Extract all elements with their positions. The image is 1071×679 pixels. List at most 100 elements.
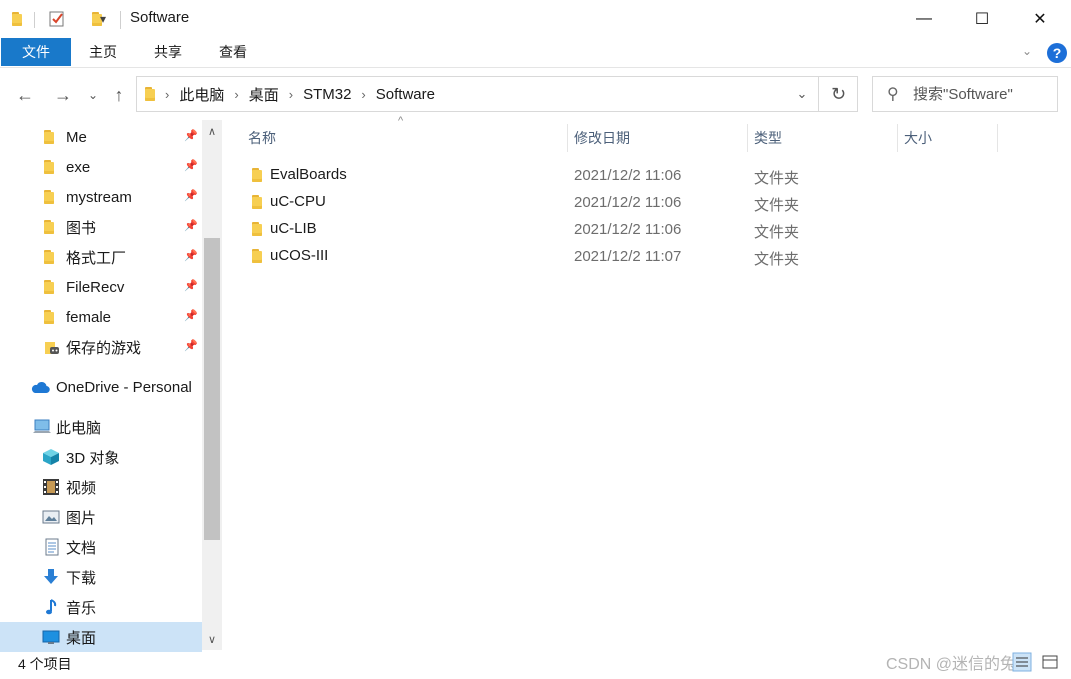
folder-icon xyxy=(44,310,54,324)
scroll-up-icon[interactable]: ∧ xyxy=(202,120,222,142)
sidebar-item-label: 音乐 xyxy=(66,599,97,617)
sidebar-item-label: female xyxy=(66,308,112,326)
minimize-button[interactable]: — xyxy=(895,0,953,38)
folder-icon xyxy=(44,190,54,204)
sidebar-item-onedrive[interactable]: OneDrive - Personal xyxy=(0,372,202,402)
pin-icon[interactable]: 📌 xyxy=(184,129,198,142)
sidebar-item-label: 保存的游戏 xyxy=(66,339,142,357)
sidebar-item-music[interactable]: 音乐 xyxy=(0,592,202,622)
window-title: Software xyxy=(130,9,190,26)
crumb-separator[interactable]: › xyxy=(234,87,238,102)
status-item-count: 4 个项目 xyxy=(18,656,72,672)
forward-button[interactable]: → xyxy=(50,82,76,108)
crumb-desktop[interactable]: 桌面 xyxy=(249,84,279,105)
table-row[interactable]: uC-CPU 2021/12/2 11:06 文件夹 xyxy=(242,189,1002,216)
sidebar-item-documents[interactable]: 文档 xyxy=(0,532,202,562)
sidebar-item-saved-games[interactable]: 保存的游戏 📌 xyxy=(0,332,202,362)
search-box[interactable]: ⚲ xyxy=(872,76,1058,112)
pin-icon[interactable]: 📌 xyxy=(184,279,198,292)
music-icon xyxy=(44,598,60,616)
pin-icon[interactable]: 📌 xyxy=(184,159,198,172)
table-row[interactable]: uC-LIB 2021/12/2 11:06 文件夹 xyxy=(242,216,1002,243)
sidebar-item-label: 格式工厂 xyxy=(66,249,127,267)
large-icons-view-icon[interactable] xyxy=(1040,652,1060,672)
onedrive-icon xyxy=(30,380,50,394)
pin-icon[interactable]: 📌 xyxy=(184,189,198,202)
tab-share[interactable]: 共享 xyxy=(145,38,191,66)
sidebar-item-label: Me xyxy=(66,128,87,146)
sidebar-item-books[interactable]: 图书 📌 xyxy=(0,212,202,242)
sidebar-item-pictures[interactable]: 图片 xyxy=(0,502,202,532)
sidebar-item-label: 文档 xyxy=(66,539,97,557)
folder-icon xyxy=(145,87,155,101)
sidebar-item-filerecv[interactable]: FileRecv 📌 xyxy=(0,272,202,302)
table-row[interactable]: uCOS-III 2021/12/2 11:07 文件夹 xyxy=(242,243,1002,270)
file-name: uC-CPU xyxy=(270,193,326,210)
sidebar-item-this-pc[interactable]: 此电脑 xyxy=(0,412,202,442)
file-name: EvalBoards xyxy=(270,166,347,183)
address-dropdown-icon[interactable]: ⌄ xyxy=(787,77,817,111)
crumb-separator[interactable]: › xyxy=(361,87,365,102)
quick-access-dropdown-icon[interactable]: ▾ xyxy=(100,10,106,28)
file-modified: 2021/12/2 11:06 xyxy=(574,194,682,211)
ribbon-tabs: 文件 主页 共享 查看 ⌄ ? xyxy=(0,38,1071,68)
crumb-software[interactable]: Software xyxy=(376,86,435,103)
sidebar-item-mystream[interactable]: mystream 📌 xyxy=(0,182,202,212)
file-name: uCOS-III xyxy=(270,247,329,264)
pictures-icon xyxy=(42,509,60,525)
search-input[interactable] xyxy=(913,77,1053,111)
sidebar-item-desktop[interactable]: 桌面 xyxy=(0,622,202,652)
maximize-button[interactable]: ☐ xyxy=(953,0,1011,38)
pin-icon[interactable]: 📌 xyxy=(184,339,198,352)
sidebar-item-label: mystream xyxy=(66,188,132,206)
close-button[interactable]: ✕ xyxy=(1011,0,1069,38)
crumb-separator[interactable]: › xyxy=(165,87,169,102)
column-header-modified[interactable]: 修改日期 xyxy=(568,124,748,152)
file-modified: 2021/12/2 11:06 xyxy=(574,221,682,238)
folder-icon xyxy=(252,221,262,236)
recent-locations-button[interactable]: ⌄ xyxy=(84,82,102,108)
sidebar-item-format-factory[interactable]: 格式工厂 📌 xyxy=(0,242,202,272)
file-type: 文件夹 xyxy=(754,251,800,268)
tab-file[interactable]: 文件 xyxy=(1,38,71,66)
folder-icon xyxy=(252,248,262,263)
refresh-button[interactable]: ↻ xyxy=(818,77,858,111)
sidebar-item-3d-objects[interactable]: 3D 对象 xyxy=(0,442,202,472)
properties-icon[interactable] xyxy=(48,10,66,28)
folder-icon xyxy=(44,220,54,234)
up-button[interactable]: ↑ xyxy=(106,82,132,108)
help-icon[interactable]: ? xyxy=(1047,43,1067,63)
sidebar-item-videos[interactable]: 视频 xyxy=(0,472,202,502)
back-button[interactable]: ← xyxy=(12,82,38,108)
pin-icon[interactable]: 📌 xyxy=(184,219,198,232)
scroll-down-icon[interactable]: ∨ xyxy=(202,628,222,650)
tab-home[interactable]: 主页 xyxy=(80,38,126,66)
sidebar-item-female[interactable]: female 📌 xyxy=(0,302,202,332)
folder-icon xyxy=(12,12,22,26)
pin-icon[interactable]: 📌 xyxy=(184,309,198,322)
breadcrumb: › 此电脑 › 桌面 › STM32 › Software xyxy=(145,77,435,111)
folder-icon xyxy=(44,160,54,174)
column-header-type[interactable]: 类型 xyxy=(748,124,898,152)
sidebar-item-exe[interactable]: exe 📌 xyxy=(0,152,202,182)
download-icon xyxy=(42,568,60,586)
crumb-separator[interactable]: › xyxy=(289,87,293,102)
tab-view[interactable]: 查看 xyxy=(210,38,256,66)
sidebar-item-label: exe xyxy=(66,158,91,176)
address-bar[interactable]: › 此电脑 › 桌面 › STM32 › Software ⌄ ↻ xyxy=(136,76,858,112)
pin-icon[interactable]: 📌 xyxy=(184,249,198,262)
details-view-icon[interactable] xyxy=(1012,652,1032,672)
sidebar-item-me[interactable]: Me 📌 xyxy=(0,122,202,152)
column-header-name[interactable]: 名称 xyxy=(242,124,568,152)
search-icon: ⚲ xyxy=(887,86,899,103)
sidebar-scrollbar[interactable]: ∧ ∨ xyxy=(202,120,222,650)
sidebar-item-label: 视频 xyxy=(66,479,97,497)
title-bar: ▾ Software — ☐ ✕ xyxy=(0,0,1071,38)
sidebar-item-downloads[interactable]: 下载 xyxy=(0,562,202,592)
ribbon-collapse-icon[interactable]: ⌄ xyxy=(1022,44,1032,58)
column-header-size[interactable]: 大小 xyxy=(898,124,998,152)
crumb-stm32[interactable]: STM32 xyxy=(303,86,351,103)
table-row[interactable]: EvalBoards 2021/12/2 11:06 文件夹 xyxy=(242,162,1002,189)
crumb-this-pc[interactable]: 此电脑 xyxy=(179,84,224,105)
scroll-thumb[interactable] xyxy=(204,238,220,540)
